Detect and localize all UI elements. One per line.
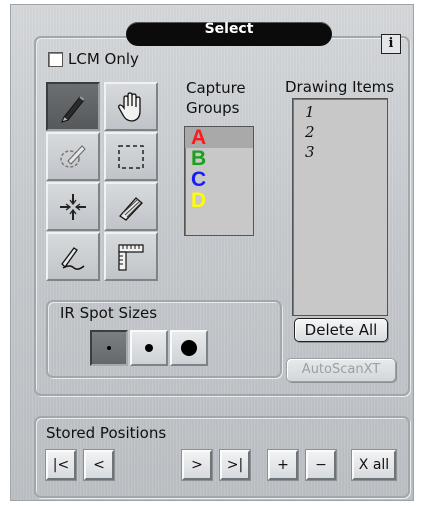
hand-icon xyxy=(118,91,141,122)
capture-groups-label-line1: Capture xyxy=(186,79,246,97)
rect-select-tool-button[interactable] xyxy=(104,132,158,181)
info-button[interactable]: i xyxy=(381,34,401,54)
crosshair-tool-button[interactable] xyxy=(46,182,100,231)
freehand-pen-icon xyxy=(61,246,85,270)
drawing-item[interactable]: 3 xyxy=(293,142,387,162)
lasso-icon xyxy=(60,144,86,168)
crosshair-icon xyxy=(60,193,86,220)
small-dot-icon xyxy=(107,346,111,350)
delete-all-button[interactable]: Delete All xyxy=(294,318,388,342)
last-position-button[interactable]: >| xyxy=(219,449,251,481)
ir-spot-large-button[interactable] xyxy=(170,330,208,366)
ir-spot-medium-button[interactable] xyxy=(130,330,168,366)
stored-positions-label: Stored Positions xyxy=(46,424,167,442)
previous-position-button[interactable]: < xyxy=(83,449,115,481)
capture-group-c[interactable]: C xyxy=(185,169,253,190)
freehand-tool-button[interactable] xyxy=(46,232,100,281)
capture-groups-label: Capture Groups xyxy=(186,78,246,118)
marquee-icon xyxy=(118,144,144,169)
pen-icon xyxy=(61,95,85,123)
ruler-icon xyxy=(118,243,144,271)
panel-title: Select xyxy=(126,22,332,46)
add-position-button[interactable]: + xyxy=(267,449,299,481)
lasso-tool-button[interactable] xyxy=(46,132,100,181)
autoscanxt-button[interactable]: AutoScanXT xyxy=(286,358,396,382)
capture-group-d[interactable]: D xyxy=(185,190,253,211)
drawing-items-list[interactable]: 1 2 3 xyxy=(292,98,388,316)
lcm-only-checkbox[interactable] xyxy=(48,52,63,67)
drawing-items-label: Drawing Items xyxy=(285,78,395,96)
medium-dot-icon xyxy=(145,344,153,352)
capture-groups-label-line2: Groups xyxy=(186,99,240,117)
ir-spot-small-button[interactable] xyxy=(90,330,128,366)
drawing-item[interactable]: 2 xyxy=(293,122,387,142)
drawing-item[interactable]: 1 xyxy=(293,102,387,122)
pen-tool-button[interactable] xyxy=(46,82,100,131)
first-position-button[interactable]: |< xyxy=(45,449,77,481)
eraser-icon xyxy=(119,196,143,221)
ir-spot-sizes-label: IR Spot Sizes xyxy=(60,304,158,322)
remove-position-button[interactable]: − xyxy=(305,449,337,481)
capture-group-b[interactable]: B xyxy=(185,148,253,169)
clear-all-positions-button[interactable]: X all xyxy=(351,449,397,481)
next-position-button[interactable]: > xyxy=(181,449,213,481)
capture-groups-list[interactable]: A B C D xyxy=(184,126,254,236)
eraser-tool-button[interactable] xyxy=(104,182,158,231)
ruler-tool-button[interactable] xyxy=(104,232,158,281)
lcm-only-label: LCM Only xyxy=(68,50,139,68)
capture-group-a[interactable]: A xyxy=(185,127,253,148)
hand-tool-button[interactable] xyxy=(104,82,158,131)
large-dot-icon xyxy=(181,340,197,356)
